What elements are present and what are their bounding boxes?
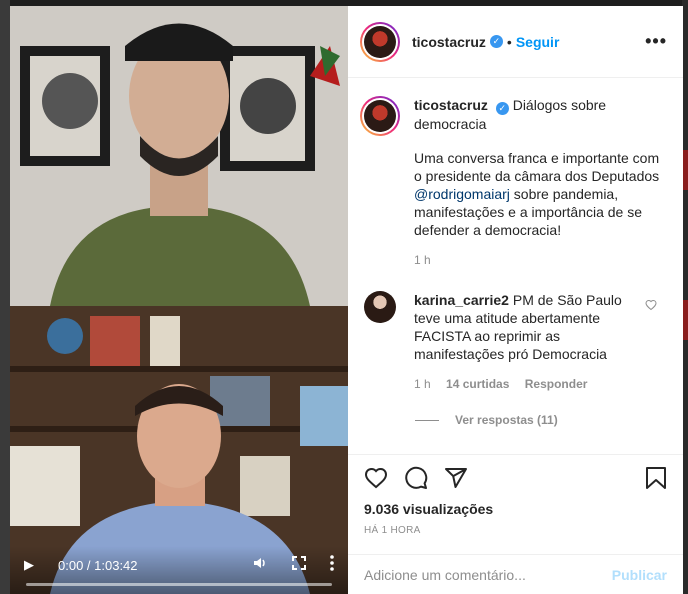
publish-button[interactable]: Publicar	[612, 567, 667, 583]
caption-text-before: Uma conversa franca e importante com o p…	[414, 150, 660, 184]
more-vertical-icon[interactable]	[330, 555, 334, 575]
commenter-avatar[interactable]	[364, 291, 396, 323]
caption-time: 1 h	[414, 253, 431, 267]
video-controls: ▶ 0:00 / 1:03:42	[10, 546, 348, 594]
replies-line	[415, 419, 439, 421]
author-avatar[interactable]	[360, 21, 400, 62]
comment-input[interactable]	[364, 566, 612, 583]
caption: ticostacruz ✓ Diálogos sobre democracia …	[360, 96, 667, 269]
backdrop-left	[0, 0, 10, 594]
volume-icon[interactable]	[252, 555, 268, 575]
video-seek-bar[interactable]	[26, 583, 332, 586]
action-row	[364, 465, 667, 495]
caption-body: ticostacruz ✓ Diálogos sobre democracia …	[414, 96, 667, 269]
comment-username[interactable]: karina_carrie2	[414, 292, 509, 308]
caption-text: Uma conversa franca e importante com o p…	[414, 149, 667, 239]
video-frame-top-image	[10, 6, 348, 306]
share-icon[interactable]	[444, 466, 468, 495]
video-time: 0:00 / 1:03:42	[58, 557, 138, 573]
follow-button[interactable]: Seguir	[516, 34, 560, 50]
author-username[interactable]: ticostacruz	[412, 34, 486, 50]
comment-meta: 1 h 14 curtidas Responder	[414, 375, 643, 393]
post-side-panel: ticostacruz ✓ • Seguir ••• ticostacruz ✓…	[348, 6, 683, 594]
comments-list[interactable]: ticostacruz ✓ Diálogos sobre democracia …	[348, 78, 683, 454]
post-actions: 9.036 visualizações HÁ 1 HORA	[348, 454, 683, 550]
comment-time: 1 h	[414, 377, 431, 391]
caption-mention-link[interactable]: @rodrigomaiarj	[414, 186, 510, 202]
post-time-ago: HÁ 1 HORA	[364, 525, 421, 536]
video-frame-top	[10, 6, 348, 306]
verified-icon: ✓	[489, 35, 503, 48]
comment-icon[interactable]	[404, 466, 428, 495]
verified-icon: ✓	[495, 102, 509, 115]
post-header: ticostacruz ✓ • Seguir •••	[348, 6, 683, 78]
view-replies-button[interactable]: Ver respostas (11)	[415, 413, 667, 427]
caption-username[interactable]: ticostacruz	[414, 97, 488, 113]
comment-like-heart-icon[interactable]	[645, 299, 657, 314]
more-options-icon[interactable]: •••	[645, 31, 667, 52]
heart-icon[interactable]	[364, 466, 388, 495]
fullscreen-icon[interactable]	[292, 556, 306, 574]
separator-dot: •	[506, 33, 512, 50]
comment-composer: Publicar	[348, 554, 683, 594]
view-count[interactable]: 9.036 visualizações	[364, 501, 667, 517]
comment-item: karina_carrie2 PM de São Paulo teve uma …	[360, 291, 667, 393]
view-replies-label: Ver respostas (11)	[455, 413, 558, 427]
comment-likes[interactable]: 14 curtidas	[446, 377, 509, 391]
bookmark-icon[interactable]	[645, 466, 667, 495]
play-icon[interactable]: ▶	[24, 557, 46, 573]
post-modal: ▶ 0:00 / 1:03:42 ticostacruz ✓ • Seguir …	[10, 6, 683, 594]
video-player[interactable]: ▶ 0:00 / 1:03:42	[10, 6, 348, 594]
comment-body: karina_carrie2 PM de São Paulo teve uma …	[414, 291, 667, 393]
caption-meta: 1 h	[414, 251, 667, 269]
reply-button[interactable]: Responder	[525, 377, 588, 391]
caption-avatar[interactable]	[360, 96, 400, 136]
